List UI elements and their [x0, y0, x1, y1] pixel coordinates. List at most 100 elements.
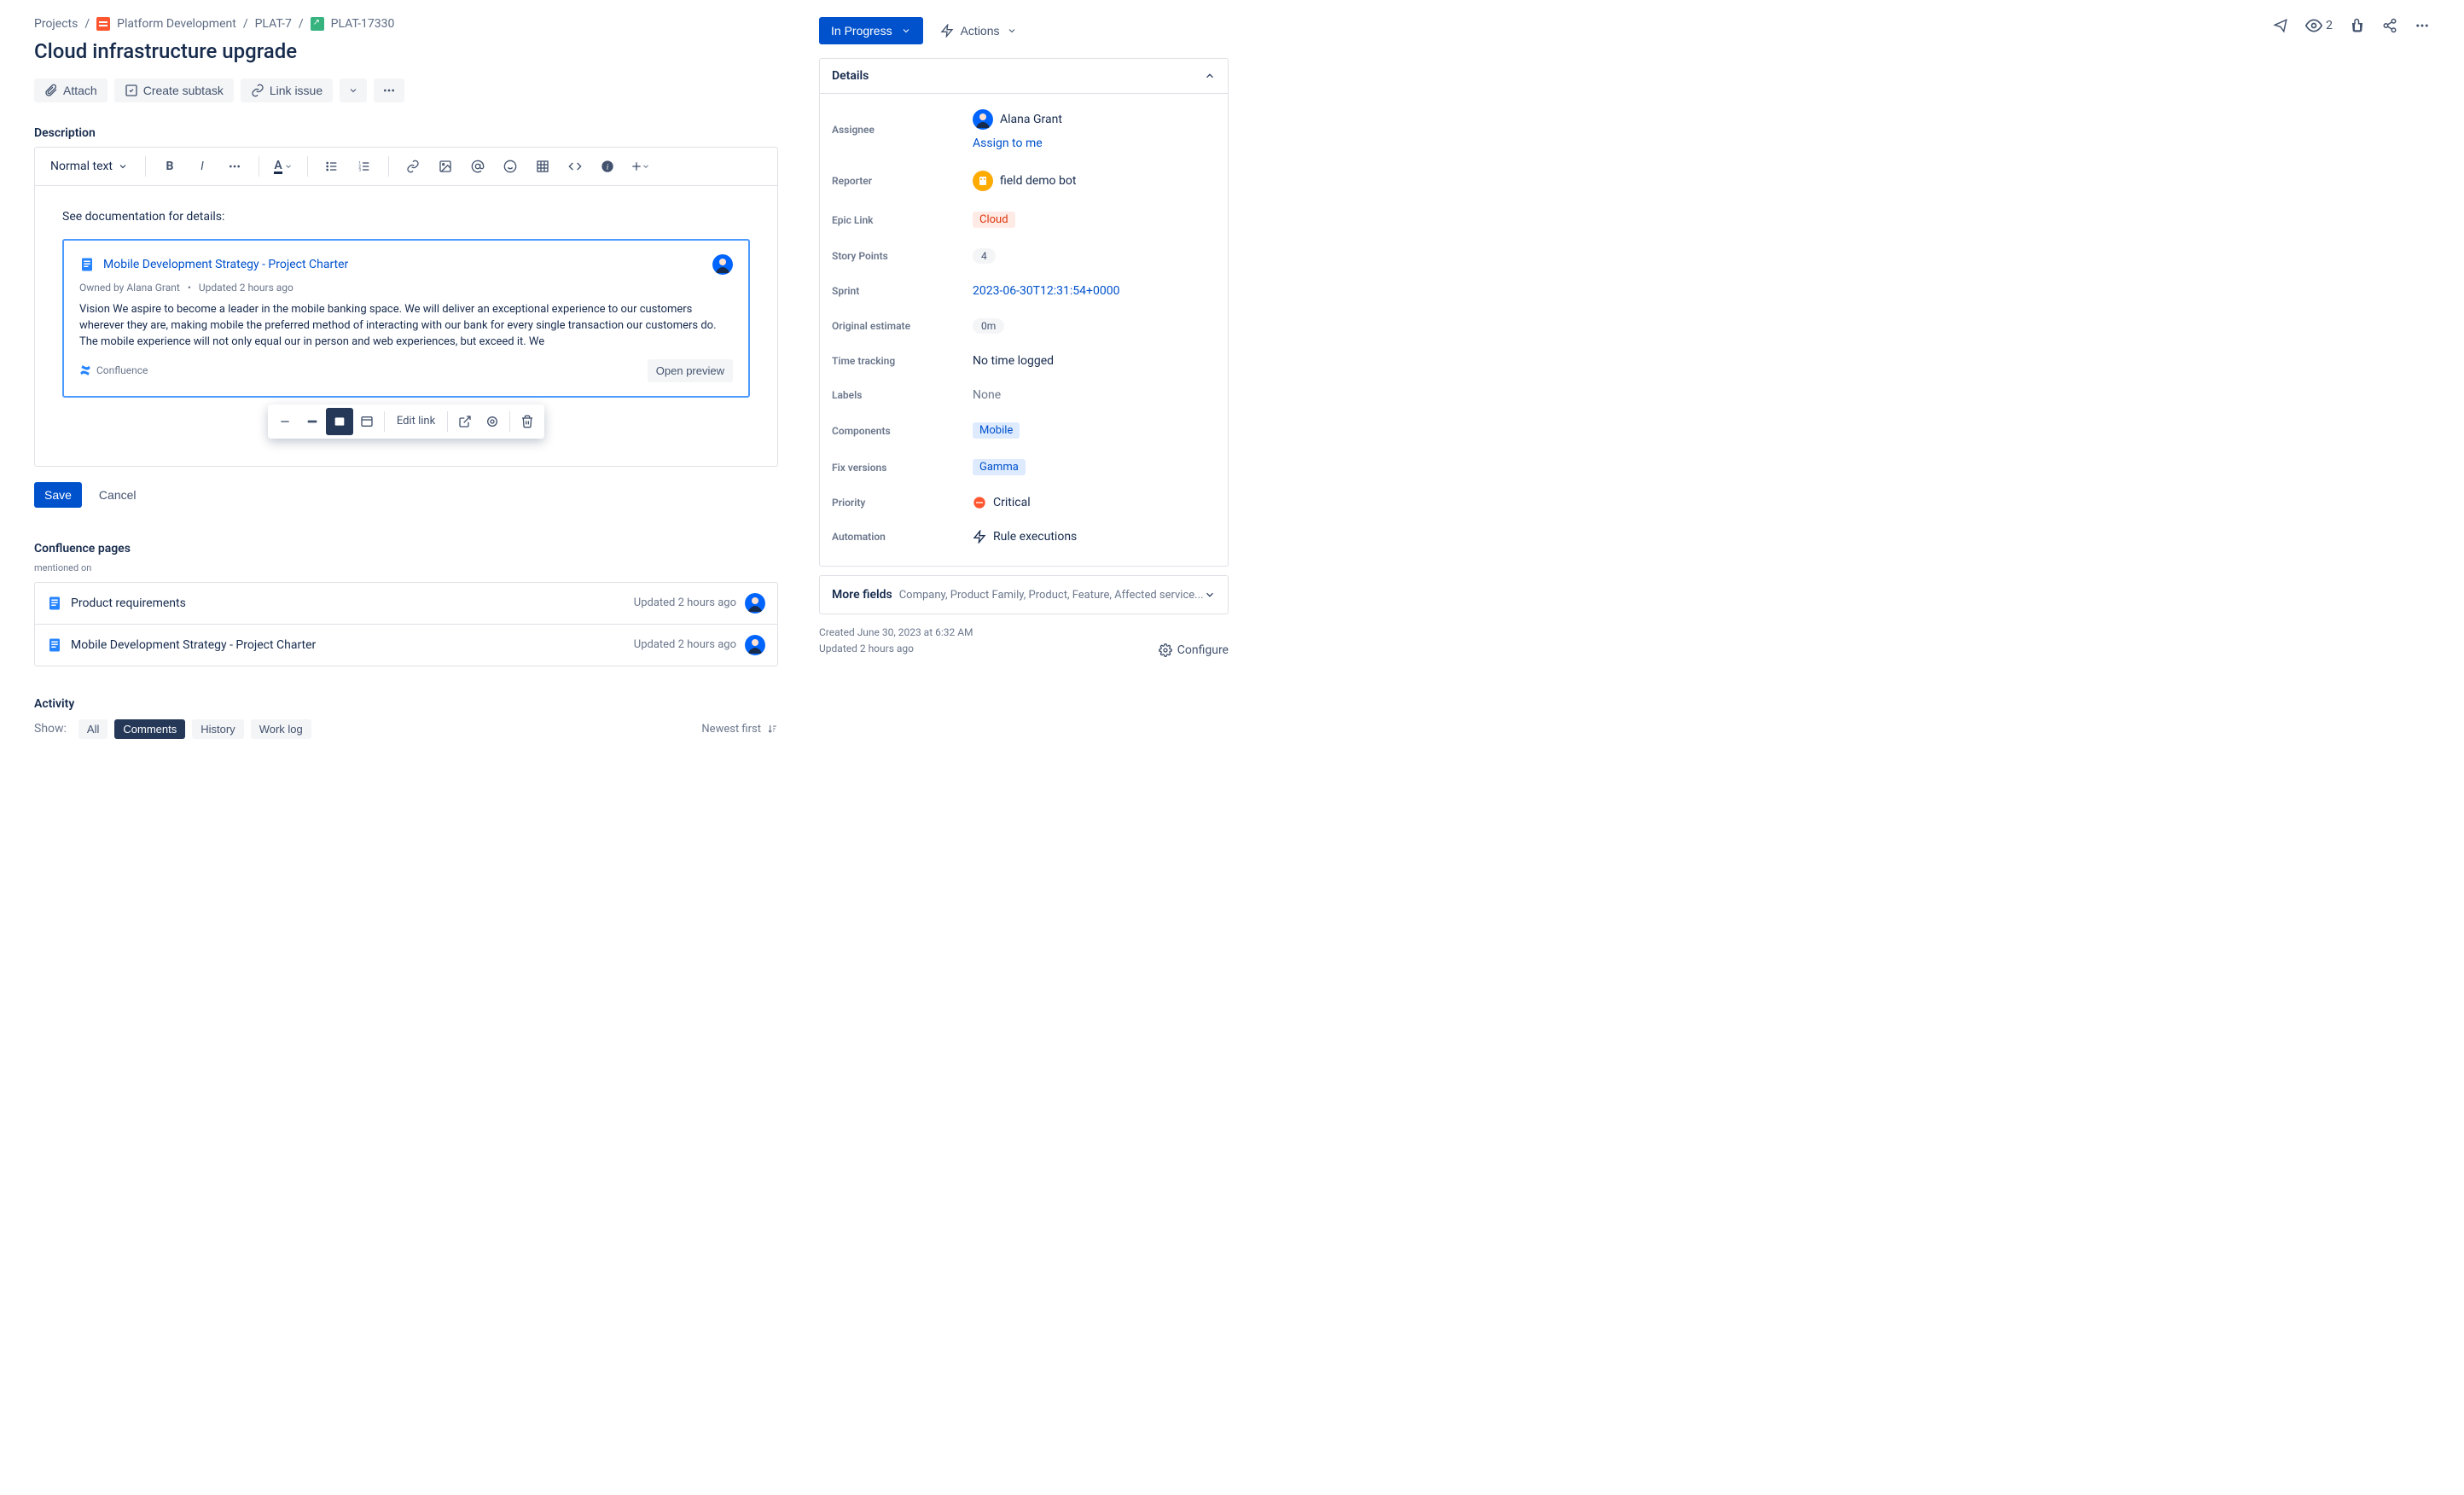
description-editor: Normal text B I A 123 — [34, 147, 778, 467]
code-icon[interactable] — [561, 153, 589, 180]
field-time-tracking: Time tracking No time logged — [832, 344, 1216, 378]
configure-button[interactable]: Configure — [1159, 643, 1229, 657]
text-style-select[interactable]: Normal text — [44, 153, 135, 180]
component-chip[interactable]: Mobile — [973, 422, 1020, 439]
sprint-link[interactable]: 2023-06-30T12:31:54+0000 — [973, 284, 1119, 298]
save-button[interactable]: Save — [34, 482, 82, 508]
tab-history[interactable]: History — [192, 719, 243, 739]
epic-link-chip[interactable]: Cloud — [973, 212, 1015, 228]
show-label: Show: — [34, 722, 67, 736]
give-feedback-icon[interactable] — [2273, 18, 2288, 33]
open-preview-button[interactable]: Open preview — [648, 359, 733, 382]
fix-version-chip[interactable]: Gamma — [973, 459, 1026, 475]
settings-link-icon[interactable] — [479, 408, 506, 435]
text-color-icon[interactable]: A — [270, 153, 297, 180]
details-heading[interactable]: Details — [820, 59, 1228, 94]
editor-toolbar: Normal text B I A 123 — [35, 148, 777, 186]
confluence-card-excerpt: Vision We aspire to become a leader in t… — [79, 302, 733, 351]
priority-value: Critical — [993, 496, 1031, 509]
emoji-icon[interactable] — [497, 153, 524, 180]
share-icon[interactable] — [2382, 18, 2397, 33]
vote-icon[interactable] — [2350, 18, 2365, 33]
page-title: Mobile Development Strategy - Project Ch… — [71, 638, 625, 652]
breadcrumb-issue[interactable]: PLAT-17330 — [331, 17, 395, 31]
doc-icon — [79, 257, 95, 272]
header-icons: 2 — [2273, 17, 2430, 34]
numbered-list-icon[interactable]: 123 — [351, 153, 378, 180]
sort-newest-first[interactable]: Newest first — [701, 723, 778, 736]
card-view-embed-icon[interactable] — [353, 408, 381, 435]
time-tracking-value[interactable]: No time logged — [973, 354, 1054, 368]
editor-body[interactable]: See documentation for details: Mobile De… — [35, 186, 777, 466]
cancel-button[interactable]: Cancel — [90, 483, 145, 507]
confluence-page-list: Product requirements Updated 2 hours ago… — [34, 582, 778, 666]
table-icon[interactable] — [529, 153, 556, 180]
created-timestamp: Created June 30, 2023 at 6:32 AM — [819, 625, 973, 641]
more-format-icon[interactable] — [221, 153, 248, 180]
actions-dropdown[interactable]: Actions — [932, 17, 1026, 44]
description-text: See documentation for details: — [62, 210, 750, 224]
card-view-inline-icon[interactable] — [299, 408, 326, 435]
field-fix-versions: Fix versions Gamma — [832, 449, 1216, 486]
field-priority: Priority Critical — [832, 486, 1216, 520]
breadcrumb-project[interactable]: Platform Development — [117, 17, 236, 31]
status-dropdown[interactable]: In Progress — [819, 17, 923, 44]
page-title: Product requirements — [71, 596, 625, 610]
description-label: Description — [34, 126, 778, 140]
confluence-card-meta: Owned by Alana Grant • Updated 2 hours a… — [79, 282, 733, 294]
list-item[interactable]: Mobile Development Strategy - Project Ch… — [35, 624, 777, 666]
attach-button[interactable]: Attach — [34, 79, 108, 102]
field-epic-link: Epic Link Cloud — [832, 201, 1216, 238]
card-view-url-icon[interactable] — [271, 408, 299, 435]
estimate-value[interactable]: 0m — [973, 318, 1004, 334]
link-issue-button[interactable]: Link issue — [241, 79, 333, 102]
image-icon[interactable] — [432, 153, 459, 180]
watch-count: 2 — [2326, 19, 2333, 32]
page-updated: Updated 2 hours ago — [634, 596, 736, 609]
italic-icon[interactable]: I — [189, 153, 216, 180]
more-actions-button[interactable] — [374, 79, 404, 102]
assign-to-me-link[interactable]: Assign to me — [973, 137, 1043, 150]
edit-link-button[interactable]: Edit link — [388, 415, 444, 428]
bullet-list-icon[interactable] — [318, 153, 346, 180]
chevron-down-icon — [901, 26, 911, 36]
reporter-name: field demo bot — [1000, 174, 1076, 188]
priority-critical-icon — [973, 496, 986, 509]
tab-all[interactable]: All — [78, 719, 108, 739]
issue-title[interactable]: Cloud infrastructure upgrade — [34, 39, 778, 63]
chevron-up-icon — [1204, 70, 1216, 82]
mention-icon[interactable] — [464, 153, 491, 180]
open-link-icon[interactable] — [451, 408, 479, 435]
delete-link-icon[interactable] — [514, 408, 541, 435]
breadcrumb-projects[interactable]: Projects — [34, 17, 78, 31]
chevron-down-icon — [1007, 26, 1017, 36]
avatar — [973, 109, 993, 130]
list-item[interactable]: Product requirements Updated 2 hours ago — [35, 583, 777, 624]
assignee-name[interactable]: Alana Grant — [1000, 113, 1062, 126]
card-floating-toolbar: Edit link — [268, 404, 544, 439]
breadcrumb-epic[interactable]: PLAT-7 — [255, 17, 292, 31]
watch-button[interactable]: 2 — [2305, 17, 2333, 34]
info-icon[interactable]: i — [594, 153, 621, 180]
confluence-card[interactable]: Mobile Development Strategy - Project Ch… — [62, 239, 750, 398]
link-issue-caret[interactable] — [340, 79, 367, 102]
more-fields-toggle[interactable]: More fields Company, Product Family, Pro… — [820, 576, 1228, 614]
bold-icon[interactable]: B — [156, 153, 183, 180]
link-icon[interactable] — [399, 153, 427, 180]
bolt-icon — [940, 24, 954, 38]
create-subtask-button[interactable]: Create subtask — [114, 79, 234, 102]
avatar — [973, 171, 993, 191]
avatar — [712, 254, 733, 275]
bolt-icon — [973, 530, 986, 544]
gear-icon — [1159, 643, 1172, 657]
chevron-down-icon — [1204, 589, 1216, 601]
tab-worklog[interactable]: Work log — [251, 719, 311, 739]
field-reporter: Reporter field demo bot — [832, 160, 1216, 201]
card-view-card-icon[interactable] — [326, 408, 353, 435]
more-icon[interactable] — [2415, 18, 2430, 33]
story-points-value[interactable]: 4 — [973, 248, 996, 264]
insert-icon[interactable] — [626, 153, 654, 180]
tab-comments[interactable]: Comments — [114, 719, 185, 739]
confluence-card-title: Mobile Development Strategy - Project Ch… — [103, 258, 704, 271]
labels-value[interactable]: None — [973, 388, 1001, 402]
